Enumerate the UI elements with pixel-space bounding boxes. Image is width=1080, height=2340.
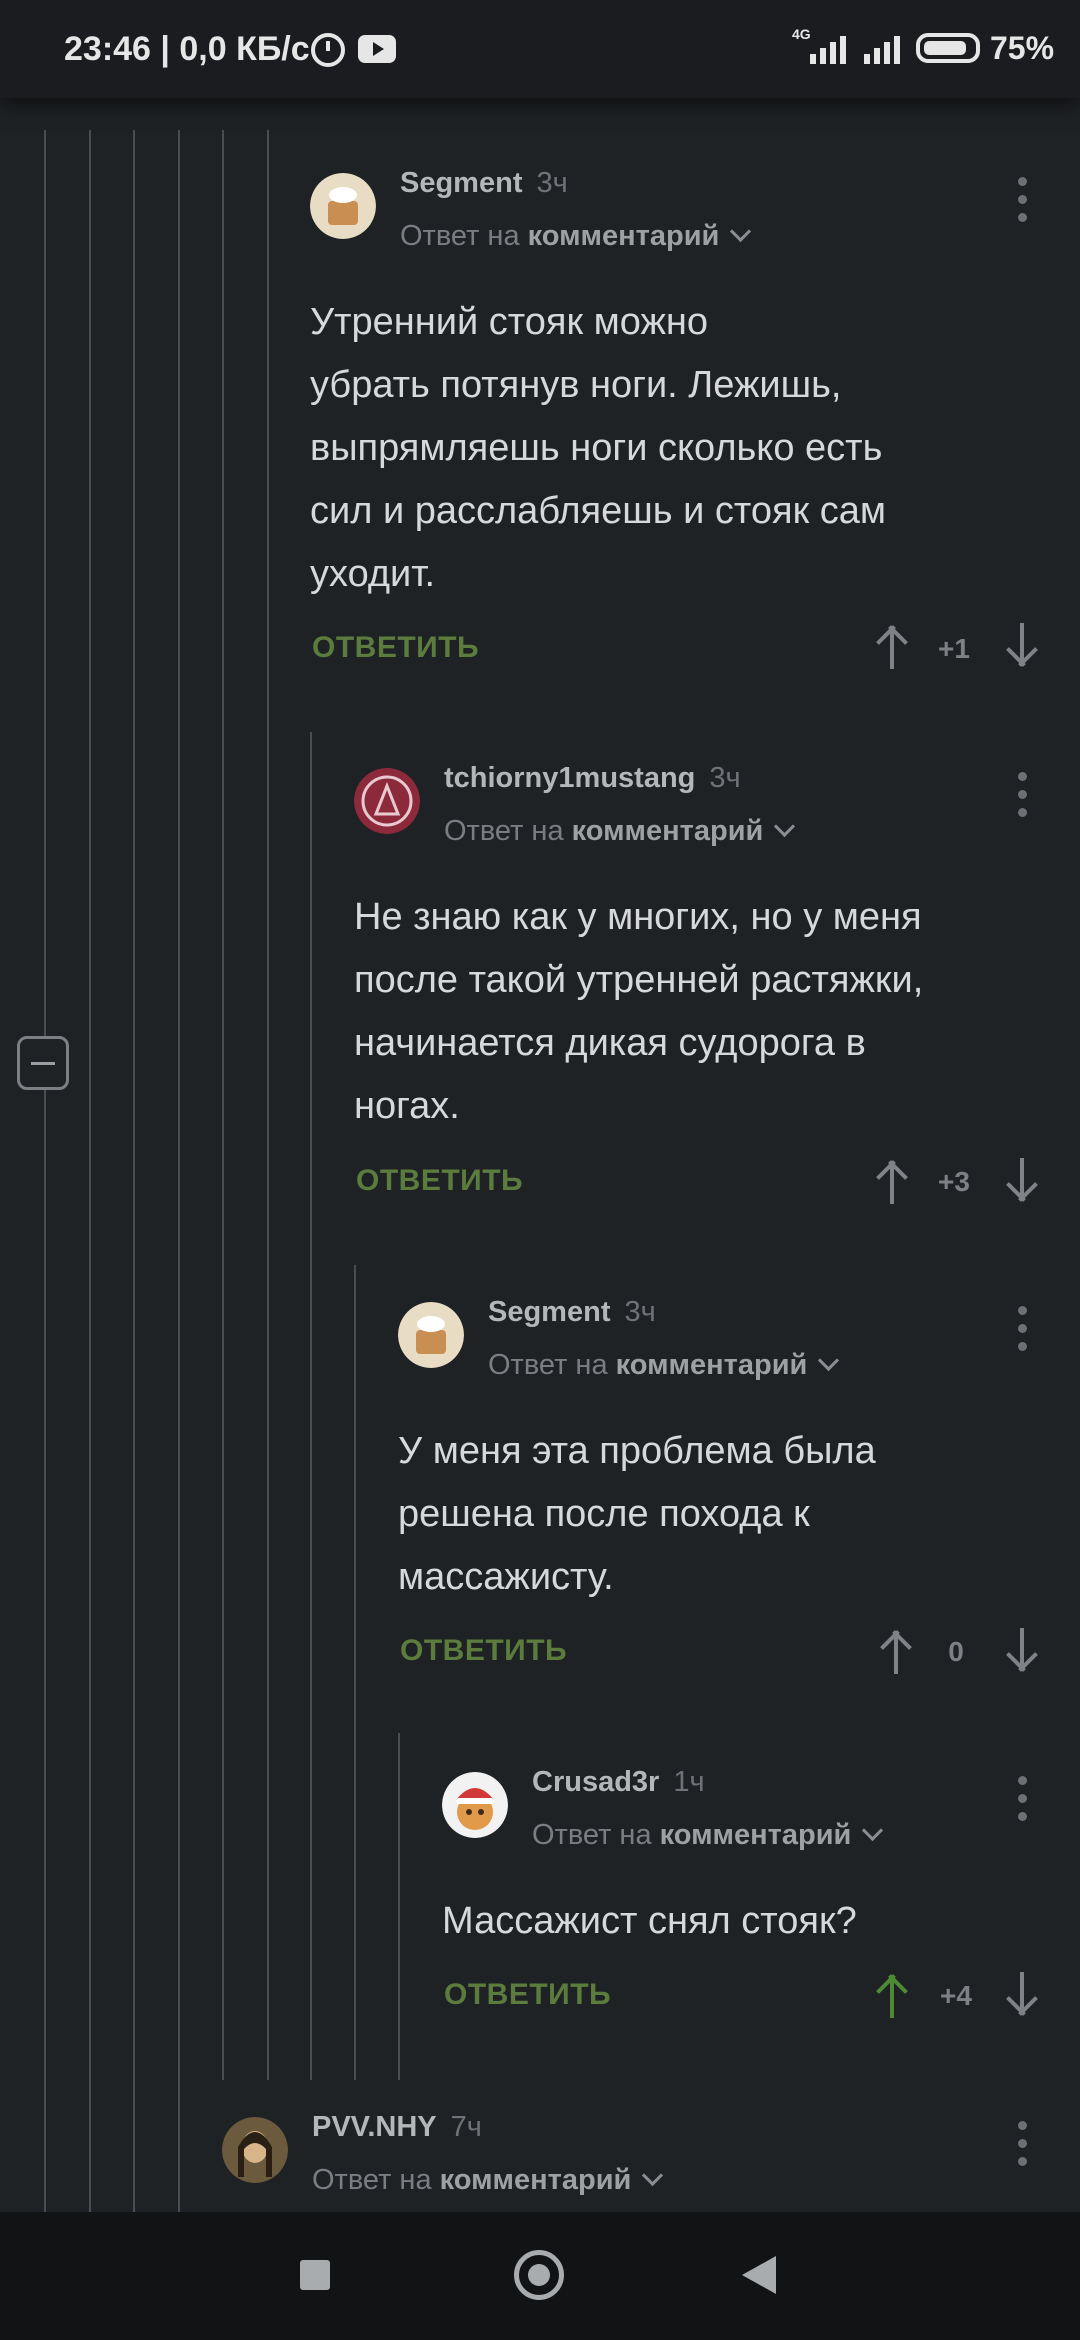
more-options-icon[interactable] xyxy=(1018,772,1028,818)
comment-text: Не знаю как у многих, но у меня после так… xyxy=(354,896,924,1127)
downvote-icon[interactable] xyxy=(1002,1158,1042,1204)
score: +3 xyxy=(938,1166,970,1197)
downvote-icon[interactable] xyxy=(1002,1628,1042,1674)
more-options-icon[interactable] xyxy=(1018,1776,1028,1822)
network-type: 4G xyxy=(792,26,811,42)
alarm-icon xyxy=(311,33,345,67)
recents-icon[interactable] xyxy=(300,2260,330,2290)
status-bar: 23:46 | 0,0 КБ/с 4G 75% xyxy=(0,0,1080,98)
comment-time: 3ч xyxy=(624,1296,656,1328)
comment-text: Утренний стояк можно убрать потянув ноги.… xyxy=(310,301,887,595)
downvote-icon[interactable] xyxy=(1002,623,1042,669)
reply-button[interactable]: ОТВЕТИТЬ xyxy=(444,1978,611,2012)
upvote-icon[interactable] xyxy=(872,1972,912,2018)
thread-line[interactable] xyxy=(310,732,312,2080)
comment: tchiorny1mustang 3ч Ответ на комментарий … xyxy=(354,762,1050,1208)
score: 0 xyxy=(948,1636,964,1667)
upvote-icon[interactable] xyxy=(872,1158,912,1204)
upvote-icon[interactable] xyxy=(872,623,912,669)
avatar[interactable] xyxy=(354,768,420,834)
score: +4 xyxy=(940,1980,972,2011)
thread-line[interactable] xyxy=(222,130,224,2080)
chevron-down-icon xyxy=(774,815,796,838)
comment: Segment 3ч Ответ на комментарий Утренний … xyxy=(310,167,1050,693)
collapse-thread-button[interactable] xyxy=(17,1036,69,1090)
downvote-icon[interactable] xyxy=(1002,1972,1042,2018)
comment-text: У меня эта проблема была решена после пох… xyxy=(398,1430,876,1598)
battery-icon xyxy=(916,33,980,63)
thread-line[interactable] xyxy=(89,130,91,2212)
system-navigation-bar xyxy=(0,2212,1080,2340)
comment-time: 3ч xyxy=(536,167,568,199)
reply-to-link[interactable]: Ответ на комментарий xyxy=(400,220,752,253)
status-time: 23:46 | 0,0 КБ/с xyxy=(64,30,310,68)
reply-button[interactable]: ОТВЕТИТЬ xyxy=(312,631,479,665)
chevron-down-icon xyxy=(730,220,752,243)
comment-time: 1ч xyxy=(673,1766,705,1798)
upvote-icon[interactable] xyxy=(876,1628,916,1674)
avatar[interactable] xyxy=(310,173,376,239)
chevron-down-icon xyxy=(862,1819,884,1842)
signal-icon: 4G xyxy=(792,26,858,64)
thread-line[interactable] xyxy=(178,130,180,2212)
avatar[interactable] xyxy=(442,1772,508,1838)
comment: Crusad3r 1ч Ответ на комментарий Массажис… xyxy=(442,1766,1050,2032)
chevron-down-icon xyxy=(642,2164,664,2187)
reply-button[interactable]: ОТВЕТИТЬ xyxy=(356,1164,523,1198)
reply-to-link[interactable]: Ответ на комментарий xyxy=(444,815,796,848)
chevron-down-icon xyxy=(818,1349,840,1372)
reply-to-link[interactable]: Ответ на комментарий xyxy=(488,1349,840,1382)
comment-time: 3ч xyxy=(709,762,741,794)
comment: PVV.NHY 7ч Ответ на комментарий xyxy=(222,2111,1050,2212)
comment: Segment 3ч Ответ на комментарий У меня эт… xyxy=(398,1296,1050,1682)
comment-author[interactable]: tchiorny1mustang 3ч xyxy=(444,762,741,795)
comment-author[interactable]: PVV.NHY 7ч xyxy=(312,2111,482,2144)
youtube-icon xyxy=(358,35,396,63)
comment-author[interactable]: Segment 3ч xyxy=(488,1296,656,1329)
back-icon[interactable] xyxy=(742,2256,776,2294)
more-options-icon[interactable] xyxy=(1018,1306,1028,1352)
signal-icon-2 xyxy=(860,30,918,64)
reply-button[interactable]: ОТВЕТИТЬ xyxy=(400,1634,567,1668)
more-options-icon[interactable] xyxy=(1018,177,1028,223)
home-icon[interactable] xyxy=(514,2250,564,2300)
thread-line[interactable] xyxy=(354,1265,356,2080)
more-options-icon[interactable] xyxy=(1018,2121,1028,2167)
thread-line[interactable] xyxy=(133,130,135,2212)
score: +1 xyxy=(938,633,970,664)
comment-time: 7ч xyxy=(450,2111,482,2143)
comment-text: Массажист снял стояк? xyxy=(442,1900,857,1942)
reply-to-link[interactable]: Ответ на комментарий xyxy=(532,1819,884,1852)
battery-percent: 75% xyxy=(990,30,1055,66)
thread-line[interactable] xyxy=(267,130,269,2080)
avatar[interactable] xyxy=(222,2117,288,2183)
reply-to-link[interactable]: Ответ на комментарий xyxy=(312,2164,664,2197)
comment-author[interactable]: Segment 3ч xyxy=(400,167,568,200)
comment-author[interactable]: Crusad3r 1ч xyxy=(532,1766,705,1799)
avatar[interactable] xyxy=(398,1302,464,1368)
minus-icon xyxy=(31,1062,55,1065)
thread-line[interactable] xyxy=(44,130,46,2212)
thread-line[interactable] xyxy=(398,1733,400,2080)
